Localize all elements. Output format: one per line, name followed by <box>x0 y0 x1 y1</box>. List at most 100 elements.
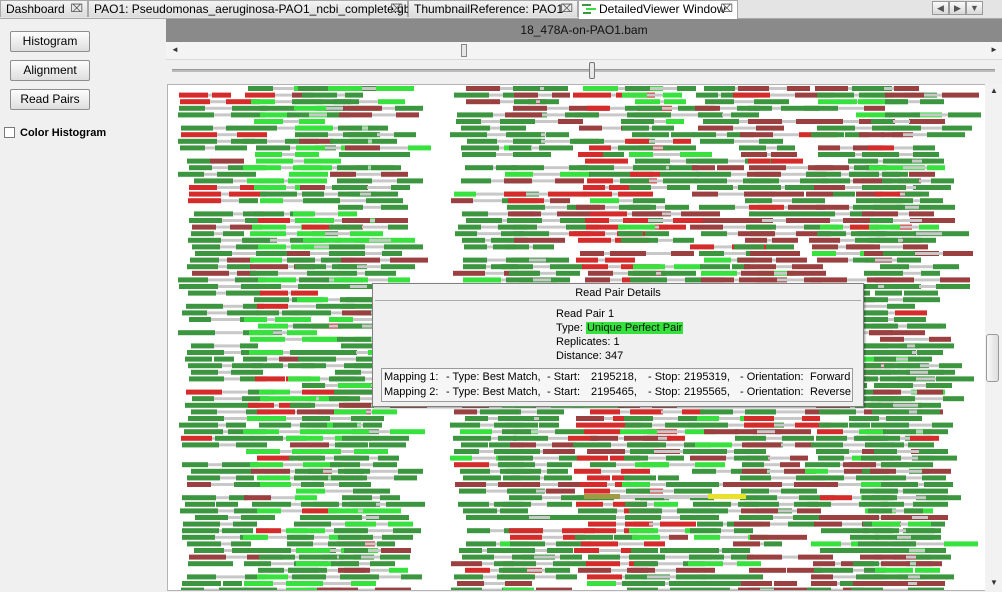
read-pair-mark[interactable] <box>819 515 855 520</box>
read-pair-mark[interactable] <box>408 145 431 151</box>
read-pair-mark[interactable] <box>659 224 686 230</box>
read-pair-mark[interactable] <box>226 555 247 559</box>
read-pair-mark[interactable] <box>309 113 327 117</box>
read-pair-mark[interactable] <box>847 278 867 282</box>
read-pair-mark[interactable] <box>928 515 948 520</box>
read-pair-mark[interactable] <box>898 212 909 216</box>
read-pair-mark[interactable] <box>180 508 218 514</box>
read-pair-mark[interactable] <box>249 330 273 336</box>
read-pair-mark[interactable] <box>870 548 909 553</box>
read-pair-mark[interactable] <box>884 363 920 369</box>
read-pair-mark[interactable] <box>943 396 964 402</box>
read-pair-mark[interactable] <box>451 198 473 204</box>
read-pair-mark[interactable] <box>223 304 243 308</box>
read-pair-mark[interactable] <box>883 158 912 164</box>
read-pair-mark[interactable] <box>849 416 879 421</box>
read-pair-mark[interactable] <box>909 265 933 269</box>
read-pair-mark[interactable] <box>821 528 846 534</box>
read-pair-mark[interactable] <box>871 495 897 501</box>
read-pair-mark[interactable] <box>552 92 570 98</box>
read-pair-mark[interactable] <box>283 120 299 123</box>
read-pair-mark[interactable] <box>723 482 752 487</box>
read-pair-mark[interactable] <box>301 501 339 507</box>
read-pair-mark[interactable] <box>254 297 289 303</box>
read-pair-mark[interactable] <box>293 165 332 171</box>
read-pair-mark[interactable] <box>536 562 553 566</box>
read-pair-mark[interactable] <box>466 218 502 223</box>
read-pair-mark[interactable] <box>295 495 317 501</box>
read-pair-mark[interactable] <box>900 522 908 526</box>
read-pair-mark[interactable] <box>343 105 382 111</box>
read-pair-mark[interactable] <box>744 416 774 421</box>
read-pair-mark[interactable] <box>688 561 723 567</box>
read-pair-mark[interactable] <box>388 224 408 230</box>
read-pair-mark[interactable] <box>898 489 903 493</box>
read-pair-mark[interactable] <box>776 410 805 414</box>
read-pair-mark[interactable] <box>557 211 590 217</box>
read-pair-mark[interactable] <box>179 92 208 98</box>
read-pair-mark[interactable] <box>856 198 880 204</box>
read-pair-mark[interactable] <box>297 409 336 415</box>
read-pair-mark[interactable] <box>376 522 388 526</box>
read-pair-mark[interactable] <box>576 422 605 428</box>
read-pair-mark[interactable] <box>878 396 915 402</box>
read-pair-mark[interactable] <box>849 422 870 428</box>
read-pair-mark[interactable] <box>623 218 648 223</box>
read-pair-mark[interactable] <box>463 475 501 481</box>
read-pair-mark[interactable] <box>342 435 375 441</box>
read-pair-mark[interactable] <box>310 252 329 255</box>
read-pair-mark[interactable] <box>578 567 611 573</box>
read-pair-mark[interactable] <box>215 145 247 151</box>
read-pair-mark[interactable] <box>630 581 665 586</box>
read-pair-mark[interactable] <box>772 237 798 243</box>
read-pair-mark[interactable] <box>472 456 496 460</box>
read-pair-mark[interactable] <box>490 469 500 473</box>
read-pair-mark[interactable] <box>507 488 536 494</box>
read-pair-mark[interactable] <box>295 125 333 131</box>
read-pair-mark[interactable] <box>922 468 951 474</box>
read-pair-mark[interactable] <box>553 561 588 567</box>
read-pair-mark[interactable] <box>742 442 781 448</box>
color-histogram-checkbox[interactable] <box>4 127 15 138</box>
read-pair-mark[interactable] <box>372 409 397 415</box>
read-pair-mark[interactable] <box>233 212 243 216</box>
read-pair-mark[interactable] <box>776 265 792 269</box>
read-pair-mark[interactable] <box>503 515 529 520</box>
read-pair-mark[interactable] <box>919 204 955 210</box>
read-pair-mark[interactable] <box>295 264 326 270</box>
read-pair-mark[interactable] <box>913 152 939 157</box>
read-pair-mark[interactable] <box>293 159 304 163</box>
read-pair-mark[interactable] <box>365 270 396 276</box>
read-pair-mark[interactable] <box>183 521 220 527</box>
zoom-slider-thumb[interactable] <box>589 62 595 79</box>
read-pair-mark[interactable] <box>365 542 377 546</box>
read-pair-mark[interactable] <box>358 509 363 513</box>
read-pair-mark[interactable] <box>191 409 217 415</box>
read-pair-mark[interactable] <box>286 587 315 590</box>
read-pair-mark[interactable] <box>662 106 678 110</box>
read-pair-mark[interactable] <box>720 106 737 110</box>
read-pair-mark[interactable] <box>691 482 719 487</box>
read-pair-mark[interactable] <box>797 508 821 514</box>
read-pair-mark[interactable] <box>771 152 797 157</box>
read-pair-mark[interactable] <box>491 179 505 183</box>
read-pair-mark[interactable] <box>207 311 227 315</box>
read-pair-mark[interactable] <box>223 581 242 586</box>
read-pair-mark[interactable] <box>508 132 541 138</box>
read-pair-mark[interactable] <box>182 581 221 586</box>
read-pair-mark[interactable] <box>929 336 951 342</box>
read-pair-mark[interactable] <box>942 125 972 131</box>
read-pair-mark[interactable] <box>815 86 848 91</box>
read-pair-mark[interactable] <box>853 204 881 210</box>
read-pair-mark[interactable] <box>603 502 613 506</box>
read-pair-mark[interactable] <box>635 158 670 164</box>
read-pair-mark[interactable] <box>386 501 425 507</box>
read-pair-mark[interactable] <box>356 172 381 176</box>
read-pair-mark[interactable] <box>338 125 362 131</box>
read-pair-mark[interactable] <box>769 87 787 90</box>
read-pair-mark[interactable] <box>893 120 910 123</box>
read-pair-mark[interactable] <box>368 166 371 170</box>
read-pair-mark[interactable] <box>504 178 532 184</box>
read-pair-mark[interactable] <box>292 574 326 580</box>
read-pair-mark[interactable] <box>912 516 928 519</box>
